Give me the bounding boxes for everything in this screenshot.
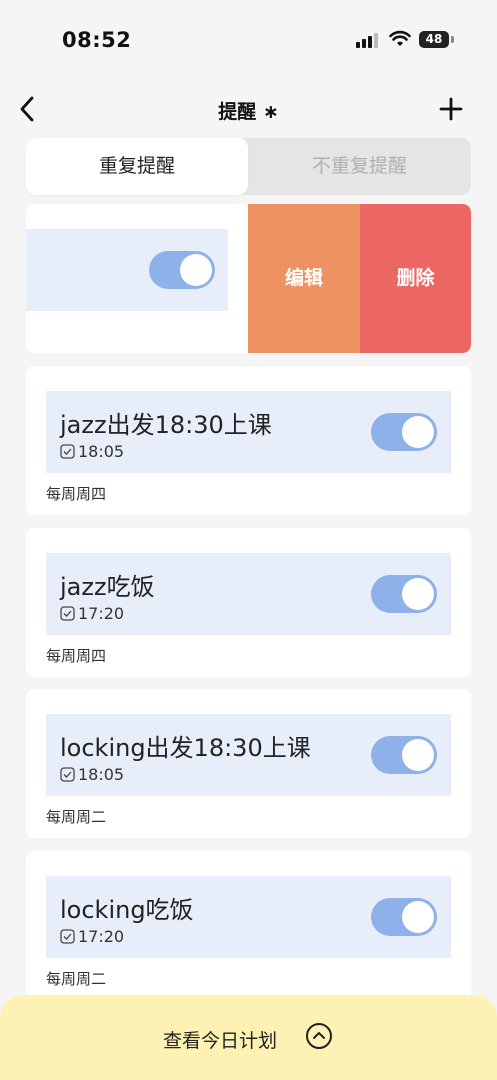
battery-level: 48 xyxy=(425,32,443,46)
reminder-card[interactable]: jazz出发18:30上课 18:05 每周周四 xyxy=(26,366,471,515)
reminder-content: jazz出发18:30上课 18:05 xyxy=(46,391,451,473)
reminder-time-row: 17:20 xyxy=(60,926,124,946)
checkbox-icon xyxy=(60,443,75,459)
toggle-knob xyxy=(402,739,434,771)
toggle-knob xyxy=(180,254,212,286)
reminder-toggle[interactable] xyxy=(371,736,437,774)
today-plan-bar[interactable]: 查看今日计划 xyxy=(0,995,497,1080)
status-bar: 08:52 48 xyxy=(0,0,497,80)
delete-button[interactable]: 删除 xyxy=(360,204,471,353)
checkbox-icon xyxy=(60,766,75,782)
nav-header: 提醒 ∗ xyxy=(0,85,497,135)
battery-icon: 48 xyxy=(419,31,449,48)
toggle-knob xyxy=(402,901,434,933)
reminder-repeat: 每周周二 xyxy=(46,808,107,826)
add-icon[interactable] xyxy=(438,96,464,122)
toggle-knob xyxy=(402,578,434,610)
reminder-repeat: 每周周二 xyxy=(46,970,107,988)
wifi-icon xyxy=(389,30,411,46)
status-time: 08:52 xyxy=(62,28,132,52)
toggle-knob xyxy=(402,416,434,448)
swiped-reminder-content xyxy=(26,229,228,311)
reminder-card[interactable]: jazz吃饭 17:20 每周周四 xyxy=(26,528,471,677)
reminder-title: jazz吃饭 xyxy=(60,573,155,601)
reminder-time-row: 18:05 xyxy=(60,441,124,461)
tab-one-time-reminders[interactable]: 不重复提醒 xyxy=(248,138,471,195)
checkbox-icon xyxy=(60,605,75,621)
reminder-card[interactable]: locking吃饭 17:20 每周周二 xyxy=(26,851,471,1000)
reminder-toggle[interactable] xyxy=(149,251,215,289)
reminder-repeat: 每周周四 xyxy=(46,647,107,665)
reminder-title: locking出发18:30上课 xyxy=(60,734,311,762)
checkbox-icon xyxy=(60,928,75,944)
reminder-content: jazz吃饭 17:20 xyxy=(46,553,451,635)
battery-cap xyxy=(451,36,454,43)
tab-bar: 重复提醒 不重复提醒 xyxy=(26,138,471,195)
today-plan-label: 查看今日计划 xyxy=(163,1030,278,1052)
reminder-title: locking吃饭 xyxy=(60,896,194,924)
swiped-reminder-card[interactable]: 编辑 删除 xyxy=(26,204,471,353)
chevron-up-icon[interactable] xyxy=(305,1022,333,1050)
edit-button[interactable]: 编辑 xyxy=(248,204,360,353)
page-title: 提醒 ∗ xyxy=(218,101,279,123)
reminder-title: jazz出发18:30上课 xyxy=(60,411,272,439)
reminder-time-row: 18:05 xyxy=(60,764,124,784)
reminder-repeat: 每周周四 xyxy=(46,485,107,503)
reminder-toggle[interactable] xyxy=(371,575,437,613)
reminder-time-row: 17:20 xyxy=(60,603,124,623)
reminder-toggle[interactable] xyxy=(371,898,437,936)
reminder-time: 17:20 xyxy=(78,926,125,946)
reminder-toggle[interactable] xyxy=(371,413,437,451)
cellular-signal-icon xyxy=(356,32,380,48)
reminder-card[interactable]: locking出发18:30上课 18:05 每周周二 xyxy=(26,689,471,838)
reminder-time: 17:20 xyxy=(78,603,125,623)
reminder-time: 18:05 xyxy=(78,441,125,461)
tab-repeat-reminders[interactable]: 重复提醒 xyxy=(26,138,248,195)
reminder-content: locking吃饭 17:20 xyxy=(46,876,451,958)
reminder-content: locking出发18:30上课 18:05 xyxy=(46,714,451,796)
reminder-time: 18:05 xyxy=(78,764,125,784)
